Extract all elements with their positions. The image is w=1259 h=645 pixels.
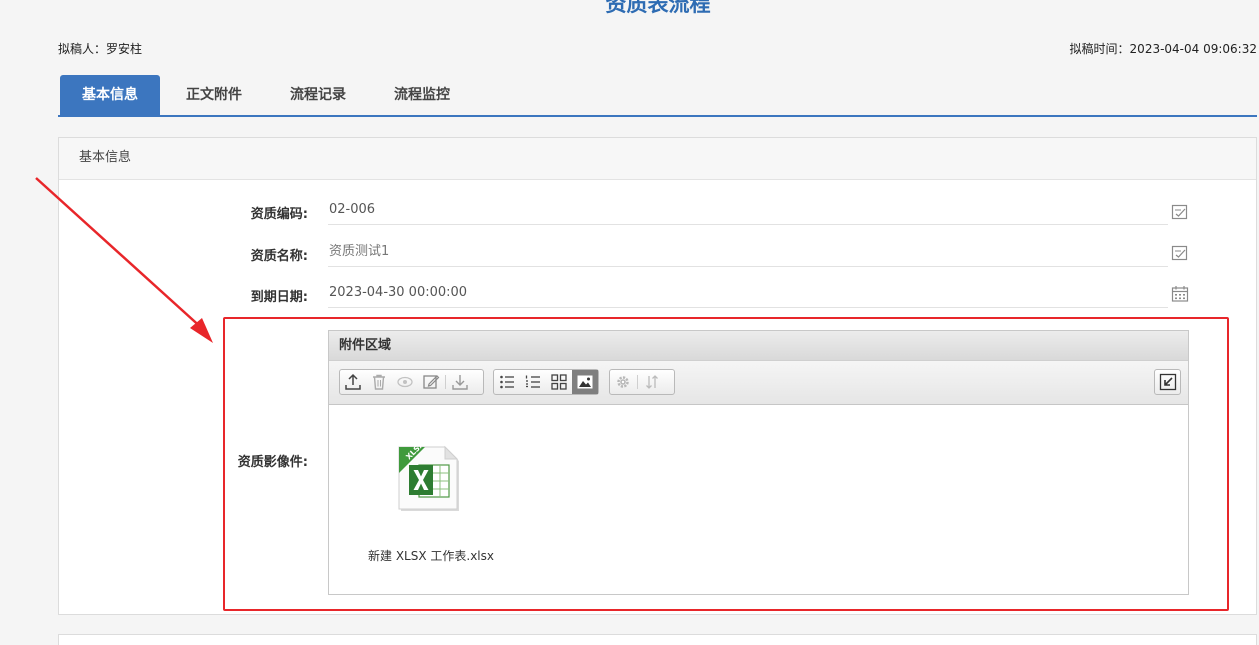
collapse-icon[interactable]: [1155, 370, 1180, 394]
file-list: XLSX: [329, 405, 1188, 594]
grid-icon[interactable]: [546, 370, 572, 394]
settings-group: [609, 369, 675, 395]
view-mode-group: [493, 369, 599, 395]
draft-time: 拟稿时间：2023-04-04 09:06:32: [1069, 42, 1257, 56]
name-field[interactable]: 资质测试1: [328, 239, 1168, 267]
name-label: 资质名称:: [250, 249, 308, 264]
drafter-info: 拟稿人：罗安柱: [58, 42, 143, 56]
preview-icon[interactable]: [392, 370, 418, 394]
sort-icon[interactable]: [639, 370, 665, 394]
page-title: 资质表流程: [605, 0, 711, 16]
edit-icon[interactable]: [418, 370, 444, 394]
file-name[interactable]: 新建 XLSX 工作表.xlsx: [368, 547, 494, 564]
file-action-group: [339, 369, 484, 395]
tab-flow-records[interactable]: 流程记录: [270, 75, 366, 115]
collapse-group: [1154, 369, 1181, 395]
image-view-icon[interactable]: [572, 370, 598, 394]
settings-icon[interactable]: [610, 370, 636, 394]
attachment-toolbar: [329, 361, 1188, 405]
tab-flow-monitor[interactable]: 流程监控: [374, 75, 470, 115]
panel-header: 基本信息: [59, 138, 1256, 180]
tab-attachments[interactable]: 正文附件: [166, 75, 262, 115]
code-field[interactable]: 02-006: [328, 197, 1168, 225]
attachment-label: 资质影像件:: [237, 455, 308, 470]
expiry-label: 到期日期:: [250, 290, 308, 305]
edit-icon[interactable]: [1171, 244, 1189, 262]
attachment-area-title: 附件区域: [329, 331, 1188, 361]
xlsx-file-icon[interactable]: XLSX: [395, 441, 463, 515]
download-icon[interactable]: [447, 370, 473, 394]
upload-icon[interactable]: [340, 370, 366, 394]
code-label: 资质编码:: [250, 207, 308, 222]
calendar-icon[interactable]: [1171, 285, 1189, 303]
expiry-date-field[interactable]: 2023-04-30 00:00:00: [328, 280, 1168, 308]
list-icon[interactable]: [494, 370, 520, 394]
lower-panel: [58, 634, 1257, 645]
edit-icon[interactable]: [1171, 203, 1189, 221]
tab-basic-info[interactable]: 基本信息: [60, 75, 160, 115]
delete-icon[interactable]: [366, 370, 392, 394]
tab-bar: 基本信息 正文附件 流程记录 流程监控: [58, 75, 1257, 117]
numbered-list-icon[interactable]: [520, 370, 546, 394]
